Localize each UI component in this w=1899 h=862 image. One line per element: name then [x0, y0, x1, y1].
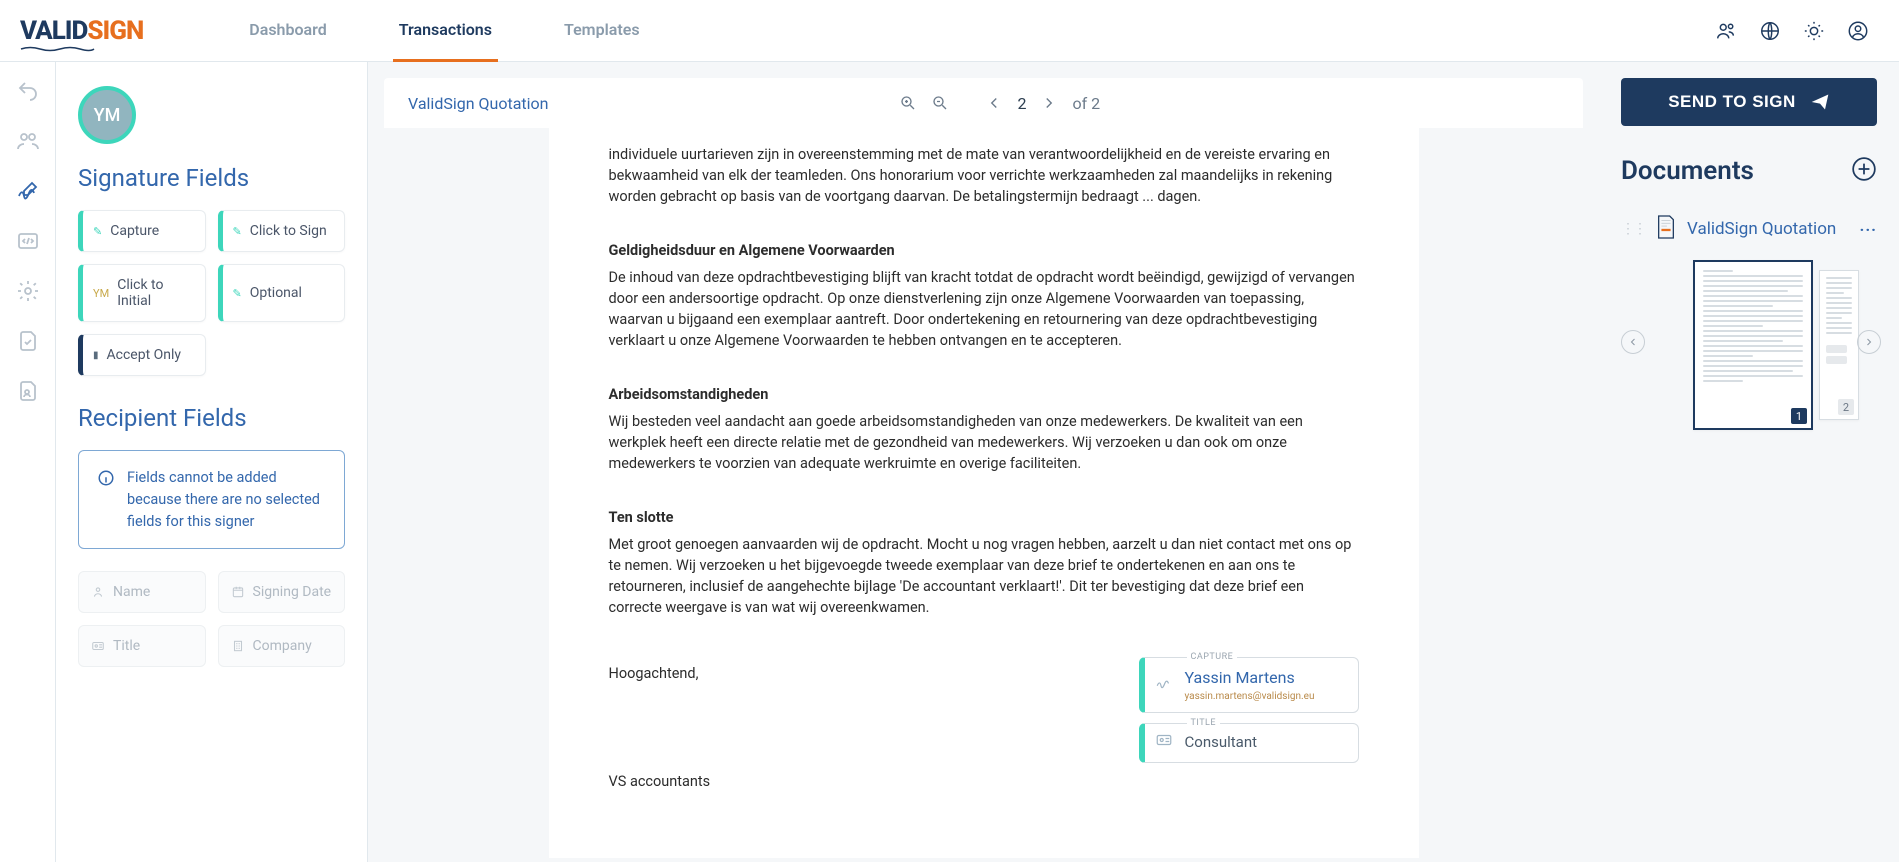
top-bar: VALIDSIGN Dashboard Transactions Templat…: [0, 0, 1899, 62]
field-optional-label: Optional: [250, 285, 302, 301]
title-value: Consultant: [1185, 732, 1346, 754]
doc-paragraph: Wij besteden veel aandacht aan goede arb…: [609, 411, 1359, 474]
building-icon: [231, 639, 245, 653]
field-signing-date-label: Signing Date: [253, 584, 332, 600]
signature-icon: [1155, 673, 1173, 697]
drag-handle-icon[interactable]: ⋮⋮: [1621, 221, 1645, 237]
calendar-icon: [231, 585, 245, 599]
page-thumbnail-1[interactable]: 1: [1693, 260, 1813, 430]
document-more-button[interactable]: ···: [1860, 220, 1877, 239]
id-card-icon: [1155, 731, 1173, 755]
doc-paragraph: individuele uurtarieven zijn in overeens…: [609, 144, 1359, 207]
next-page-button[interactable]: [1040, 94, 1058, 112]
add-document-button[interactable]: [1851, 156, 1877, 186]
capture-email: yassin.martens@validsign.eu: [1185, 690, 1346, 705]
field-click-to-initial[interactable]: YM Click to Initial: [78, 264, 206, 322]
page-current: 2: [1017, 94, 1026, 113]
doc-paragraph: De inhoud van deze opdrachtbevestiging b…: [609, 267, 1359, 351]
code-icon[interactable]: [15, 228, 41, 254]
send-icon: [1810, 92, 1830, 112]
zoom-in-button[interactable]: [899, 94, 917, 112]
side-rail: [0, 62, 56, 862]
field-title-label: Title: [113, 638, 140, 654]
field-signing-date-disabled: Signing Date: [218, 571, 346, 613]
theme-icon[interactable]: [1803, 20, 1825, 42]
doc-paragraph: Met groot genoegen aanvaarden wij de opd…: [609, 534, 1359, 618]
field-name-disabled: Name: [78, 571, 206, 613]
field-click-to-sign[interactable]: ✎ Click to Sign: [218, 210, 346, 252]
accept-icon: ▮: [93, 350, 99, 361]
document-entry[interactable]: ⋮⋮ ValidSign Quotation ···: [1621, 214, 1877, 244]
field-click-to-sign-label: Click to Sign: [250, 223, 327, 239]
recipient-info-box: Fields cannot be added because there are…: [78, 450, 345, 549]
field-title-disabled: Title: [78, 625, 206, 667]
undo-icon[interactable]: [15, 78, 41, 104]
signature-icon: ✎: [93, 225, 102, 238]
document-hand-icon[interactable]: [15, 378, 41, 404]
main-tabs: Dashboard Transactions Templates: [243, 0, 645, 62]
document-name: ValidSign Quotation: [1687, 219, 1850, 239]
signature-icon: ✎: [233, 287, 242, 300]
capture-name: Yassin Martens: [1185, 666, 1346, 689]
zoom-out-button[interactable]: [931, 94, 949, 112]
capture-float-label: CAPTURE: [1187, 651, 1238, 664]
doc-heading: Geldigheidsduur en Algemene Voorwaarden: [609, 242, 895, 259]
signature-fields-icon[interactable]: [15, 178, 41, 204]
title-float-label: TITLE: [1187, 717, 1221, 730]
page-thumbnail-2[interactable]: 2: [1819, 270, 1859, 420]
thumb-page-number: 1: [1791, 408, 1807, 424]
doc-heading: Ten slotte: [609, 509, 674, 526]
signature-fields-heading: Signature Fields: [78, 164, 345, 192]
logo: VALIDSIGN: [20, 16, 143, 46]
file-icon: [1655, 214, 1677, 244]
document-page[interactable]: individuele uurtarieven zijn in overeens…: [549, 128, 1419, 858]
send-label: SEND TO SIGN: [1668, 92, 1796, 112]
recipient-fields-heading: Recipient Fields: [78, 404, 345, 432]
field-capture-label: Capture: [110, 223, 159, 239]
prev-page-button[interactable]: [985, 94, 1003, 112]
documents-panel: SEND TO SIGN Documents ⋮⋮ ValidSign Quot…: [1599, 62, 1899, 862]
send-to-sign-button[interactable]: SEND TO SIGN: [1621, 78, 1877, 126]
thumb-prev-button[interactable]: [1621, 330, 1645, 354]
initials-prefix: YM: [93, 287, 109, 300]
documents-heading: Documents: [1621, 156, 1754, 186]
recipients-icon[interactable]: [15, 128, 41, 154]
account-icon[interactable]: [1847, 20, 1869, 42]
doc-heading: Arbeidsomstandigheden: [609, 386, 769, 403]
signer-avatar[interactable]: YM: [78, 86, 136, 144]
thumb-next-button[interactable]: [1857, 330, 1881, 354]
signature-icon: ✎: [233, 225, 242, 238]
field-capture[interactable]: ✎ Capture: [78, 210, 206, 252]
field-accept-only[interactable]: ▮ Accept Only: [78, 334, 206, 376]
title-field[interactable]: TITLE Consultant: [1139, 723, 1359, 763]
field-accept-only-label: Accept Only: [107, 347, 182, 363]
document-viewer: ValidSign Quotation 2 of 2 individuele u…: [368, 62, 1599, 862]
globe-icon[interactable]: [1759, 20, 1781, 42]
thumb-page-number: 2: [1838, 399, 1854, 415]
settings-icon[interactable]: [15, 278, 41, 304]
document-toolbar: ValidSign Quotation 2 of 2: [384, 78, 1583, 128]
signature-capture-field[interactable]: CAPTURE Yassin Martens yassin.martens@va…: [1139, 657, 1359, 713]
document-title: ValidSign Quotation: [408, 94, 549, 113]
field-click-to-initial-label: Click to Initial: [117, 277, 194, 309]
info-icon: [97, 469, 115, 487]
tab-transactions[interactable]: Transactions: [393, 0, 498, 62]
tab-templates[interactable]: Templates: [558, 0, 646, 62]
field-optional[interactable]: ✎ Optional: [218, 264, 346, 322]
person-icon: [91, 585, 105, 599]
page-total: of 2: [1072, 94, 1100, 113]
users-icon[interactable]: [1715, 20, 1737, 42]
field-company-label: Company: [253, 638, 312, 654]
recipient-info-text: Fields cannot be added because there are…: [127, 467, 326, 532]
document-check-icon[interactable]: [15, 328, 41, 354]
id-card-icon: [91, 639, 105, 653]
field-company-disabled: Company: [218, 625, 346, 667]
doc-company-line: VS accountants: [609, 771, 711, 792]
doc-closing: Hoogachtend,: [609, 663, 711, 684]
fields-panel: YM Signature Fields ✎ Capture ✎ Click to…: [56, 62, 368, 862]
field-name-label: Name: [113, 584, 150, 600]
tab-dashboard[interactable]: Dashboard: [243, 0, 332, 62]
